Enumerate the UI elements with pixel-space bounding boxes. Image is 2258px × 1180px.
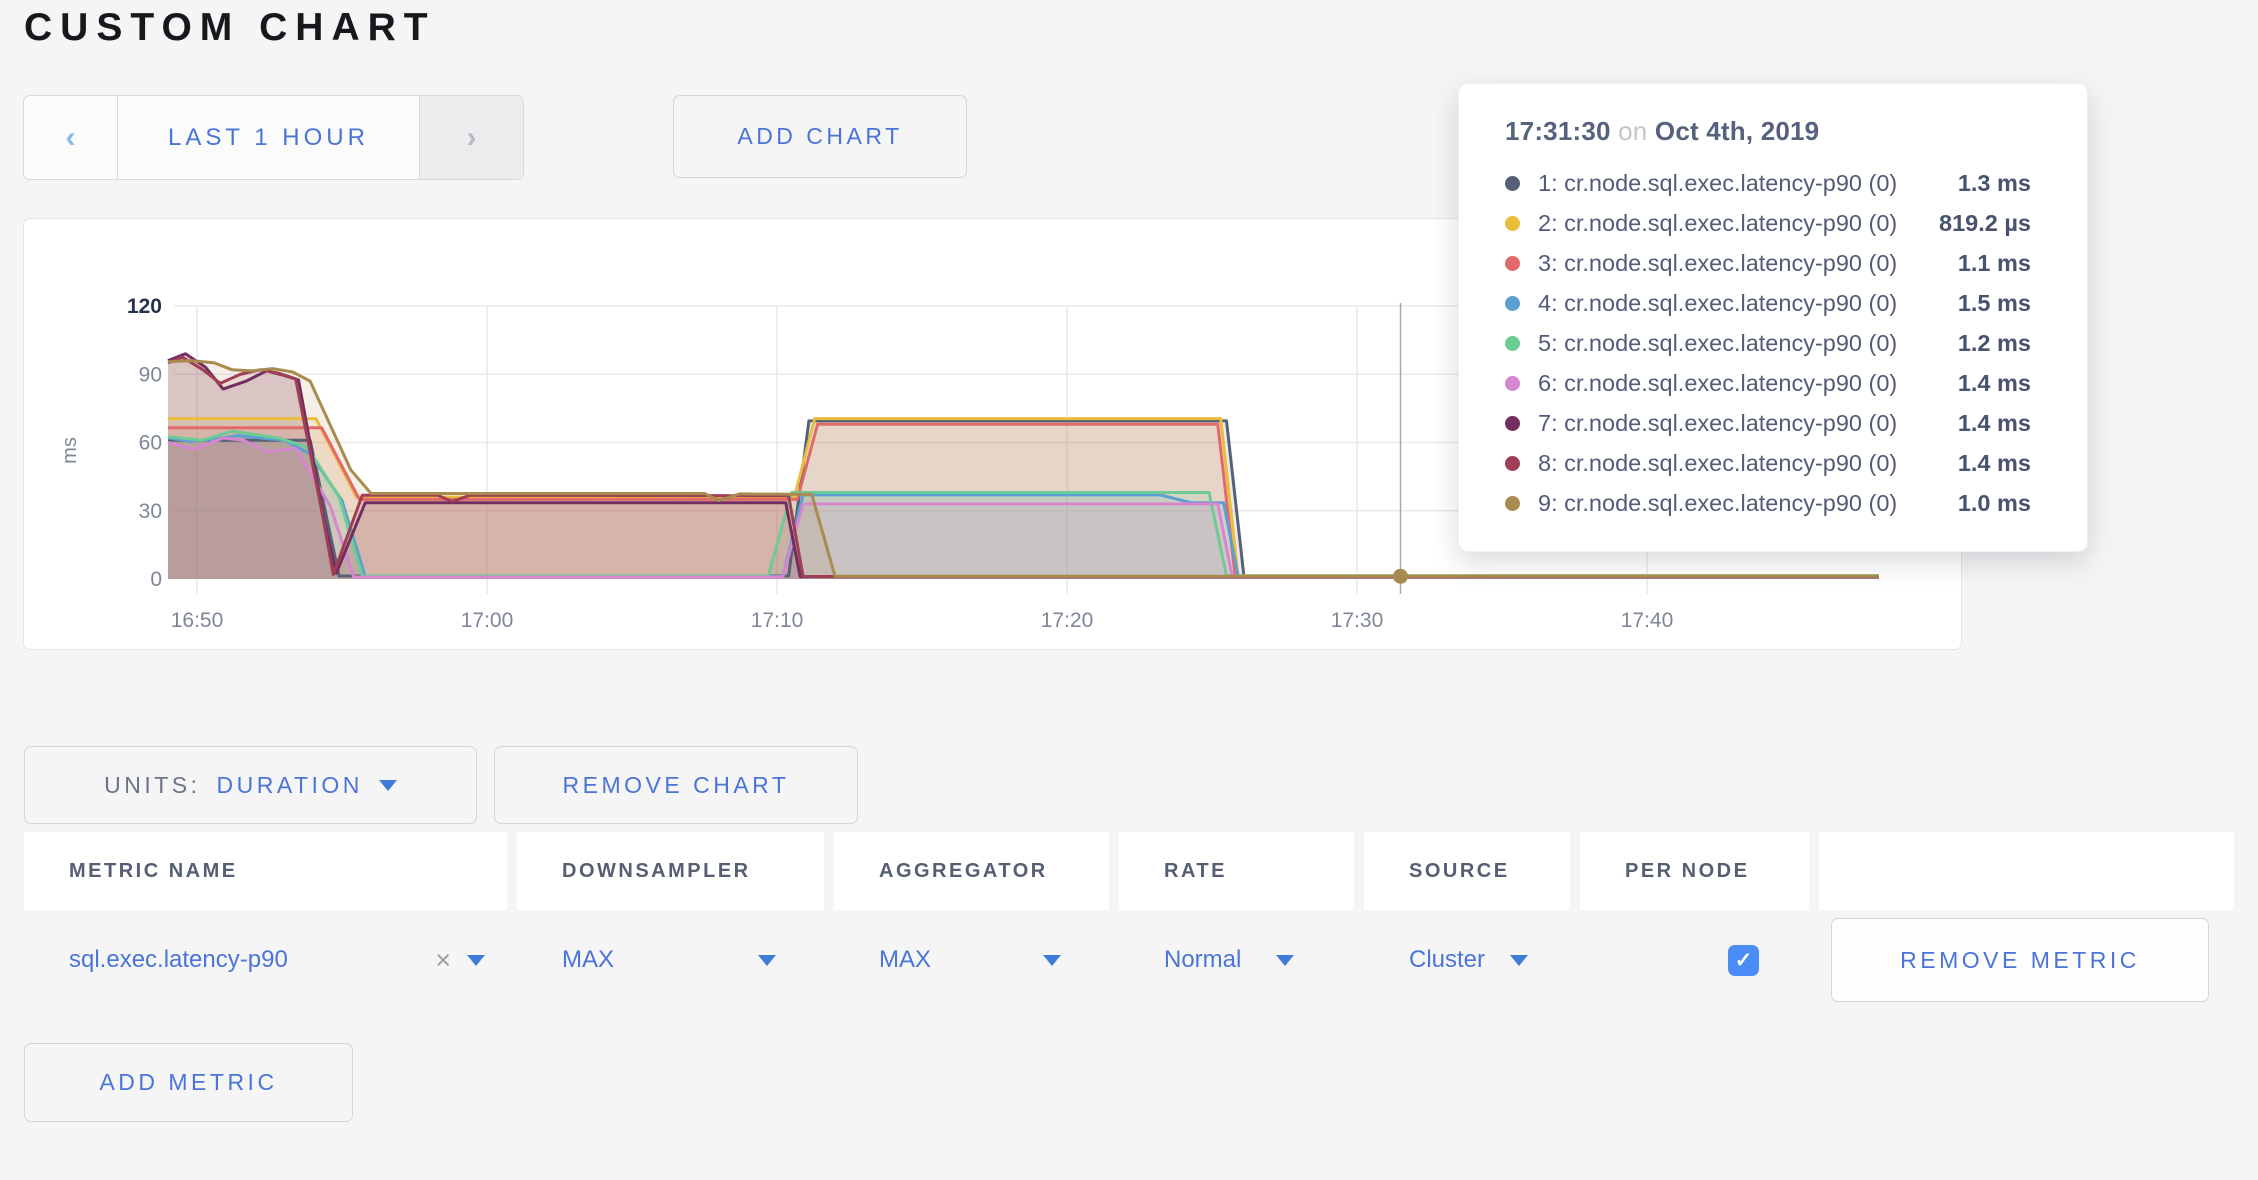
column-header-source: SOURCE <box>1364 832 1570 910</box>
series-label: 4: cr.node.sql.exec.latency-p90 (0) <box>1538 290 1958 317</box>
chevron-down-icon <box>1510 955 1528 966</box>
column-header-aggregator: AGGREGATOR <box>834 832 1109 910</box>
series-color-dot <box>1505 496 1520 511</box>
metric-name-cell: sql.exec.latency-p90 × <box>24 946 507 974</box>
tooltip-series-row: 5: cr.node.sql.exec.latency-p90 (0) 1.2 … <box>1505 323 2031 363</box>
rate-value: Normal <box>1164 946 1241 974</box>
tooltip-series-row: 9: cr.node.sql.exec.latency-p90 (0) 1.0 … <box>1505 483 2031 523</box>
source-value: Cluster <box>1409 946 1485 974</box>
series-value: 1.3 ms <box>1958 170 2031 197</box>
series-label: 5: cr.node.sql.exec.latency-p90 (0) <box>1538 330 1958 357</box>
x-tick-label: 17:30 <box>1331 609 1384 632</box>
chart-tooltip: 17:31:30 on Oct 4th, 2019 1: cr.node.sql… <box>1458 83 2088 552</box>
column-header-rate: RATE <box>1119 832 1354 910</box>
aggregator-value: MAX <box>879 946 931 974</box>
series-color-dot <box>1505 416 1520 431</box>
tooltip-series-row: 4: cr.node.sql.exec.latency-p90 (0) 1.5 … <box>1505 283 2031 323</box>
column-header-per-node: PER NODE <box>1580 832 1809 910</box>
x-tick-label: 17:10 <box>751 609 804 632</box>
y-tick-label: 90 <box>139 363 162 386</box>
remove-metric-button[interactable]: REMOVE METRIC <box>1831 918 2209 1002</box>
metric-name[interactable]: sql.exec.latency-p90 <box>69 946 288 974</box>
tooltip-series-row: 8: cr.node.sql.exec.latency-p90 (0) 1.4 … <box>1505 443 2031 483</box>
remove-chart-button[interactable]: REMOVE CHART <box>494 746 858 824</box>
chevron-down-icon <box>1276 955 1294 966</box>
column-header-actions <box>1819 832 2234 910</box>
x-tick-label: 17:40 <box>1621 609 1674 632</box>
series-color-dot <box>1505 216 1520 231</box>
series-color-dot <box>1505 176 1520 191</box>
column-header-downsampler: DOWNSAMPLER <box>517 832 824 910</box>
crosshair-dot <box>1393 569 1408 584</box>
series-label: 2: cr.node.sql.exec.latency-p90 (0) <box>1538 210 1939 237</box>
y-tick-label: 30 <box>139 500 162 523</box>
series-label: 6: cr.node.sql.exec.latency-p90 (0) <box>1538 370 1958 397</box>
series-value: 1.4 ms <box>1958 370 2031 397</box>
series-value: 819.2 µs <box>1939 210 2031 237</box>
source-select[interactable]: Cluster <box>1364 946 1570 974</box>
series-value: 1.4 ms <box>1958 450 2031 477</box>
units-value: DURATION <box>216 772 362 799</box>
tooltip-series-row: 2: cr.node.sql.exec.latency-p90 (0) 819.… <box>1505 203 2031 243</box>
time-range-button[interactable]: LAST 1 HOUR <box>118 96 420 179</box>
metric-actions-cell: REMOVE METRIC <box>1819 918 2234 1002</box>
column-header-metric-name: METRIC NAME <box>24 832 507 910</box>
time-range-selector: ‹ LAST 1 HOUR › <box>23 95 524 180</box>
checkmark-icon: ✓ <box>1735 950 1753 971</box>
x-tick-label: 16:50 <box>171 609 224 632</box>
per-node-checkbox[interactable]: ✓ <box>1728 945 1759 976</box>
page-title: CUSTOM CHART <box>24 6 436 50</box>
tooltip-series-row: 6: cr.node.sql.exec.latency-p90 (0) 1.4 … <box>1505 363 2031 403</box>
series-value: 1.2 ms <box>1958 330 2031 357</box>
y-axis-unit-label: ms <box>59 437 81 464</box>
chevron-down-icon <box>758 955 776 966</box>
tooltip-date: Oct 4th, 2019 <box>1655 116 1819 146</box>
series-label: 3: cr.node.sql.exec.latency-p90 (0) <box>1538 250 1958 277</box>
series-color-dot <box>1505 456 1520 471</box>
series-label: 8: cr.node.sql.exec.latency-p90 (0) <box>1538 450 1958 477</box>
tooltip-series-row: 7: cr.node.sql.exec.latency-p90 (0) 1.4 … <box>1505 403 2031 443</box>
rate-select[interactable]: Normal <box>1119 946 1354 974</box>
time-range-label: LAST 1 HOUR <box>168 124 369 152</box>
add-chart-button[interactable]: ADD CHART <box>673 95 967 178</box>
units-label: UNITS: <box>104 772 200 799</box>
tooltip-conjunction: on <box>1618 116 1647 146</box>
tooltip-time: 17:31:30 <box>1505 116 1611 146</box>
series-value: 1.0 ms <box>1958 490 2031 517</box>
y-tick-label: 0 <box>150 568 162 591</box>
series-value: 1.1 ms <box>1958 250 2031 277</box>
tooltip-series-row: 1: cr.node.sql.exec.latency-p90 (0) 1.3 … <box>1505 163 2031 203</box>
downsampler-select[interactable]: MAX <box>517 946 824 974</box>
series-value: 1.5 ms <box>1958 290 2031 317</box>
chevron-down-icon[interactable] <box>467 955 485 966</box>
add-metric-button[interactable]: ADD METRIC <box>24 1043 353 1122</box>
series-color-dot <box>1505 376 1520 391</box>
metrics-table-header: METRIC NAME DOWNSAMPLER AGGREGATOR RATE … <box>24 832 2234 910</box>
y-tick-label: 60 <box>139 432 162 455</box>
tooltip-series-row: 3: cr.node.sql.exec.latency-p90 (0) 1.1 … <box>1505 243 2031 283</box>
chevron-down-icon <box>379 780 397 791</box>
series-label: 1: cr.node.sql.exec.latency-p90 (0) <box>1538 170 1958 197</box>
time-next-button[interactable]: › <box>420 96 523 179</box>
units-dropdown[interactable]: UNITS: DURATION <box>24 746 477 824</box>
x-tick-label: 17:20 <box>1041 609 1094 632</box>
downsampler-value: MAX <box>562 946 614 974</box>
per-node-cell: ✓ <box>1580 945 1809 976</box>
chevron-down-icon <box>1043 955 1061 966</box>
aggregator-select[interactable]: MAX <box>834 946 1109 974</box>
series-color-dot <box>1505 256 1520 271</box>
series-label: 9: cr.node.sql.exec.latency-p90 (0) <box>1538 490 1958 517</box>
chevron-right-icon: › <box>467 123 477 153</box>
series-color-dot <box>1505 296 1520 311</box>
y-tick-label: 120 <box>127 295 162 318</box>
metric-row: sql.exec.latency-p90 × MAX MAX Normal Cl… <box>24 910 2234 1010</box>
series-value: 1.4 ms <box>1958 410 2031 437</box>
close-icon[interactable]: × <box>435 947 451 974</box>
series-color-dot <box>1505 336 1520 351</box>
x-tick-label: 17:00 <box>461 609 514 632</box>
tooltip-timestamp: 17:31:30 on Oct 4th, 2019 <box>1505 116 2031 147</box>
time-prev-button[interactable]: ‹ <box>24 96 118 179</box>
chevron-left-icon: ‹ <box>66 123 76 153</box>
series-label: 7: cr.node.sql.exec.latency-p90 (0) <box>1538 410 1958 437</box>
